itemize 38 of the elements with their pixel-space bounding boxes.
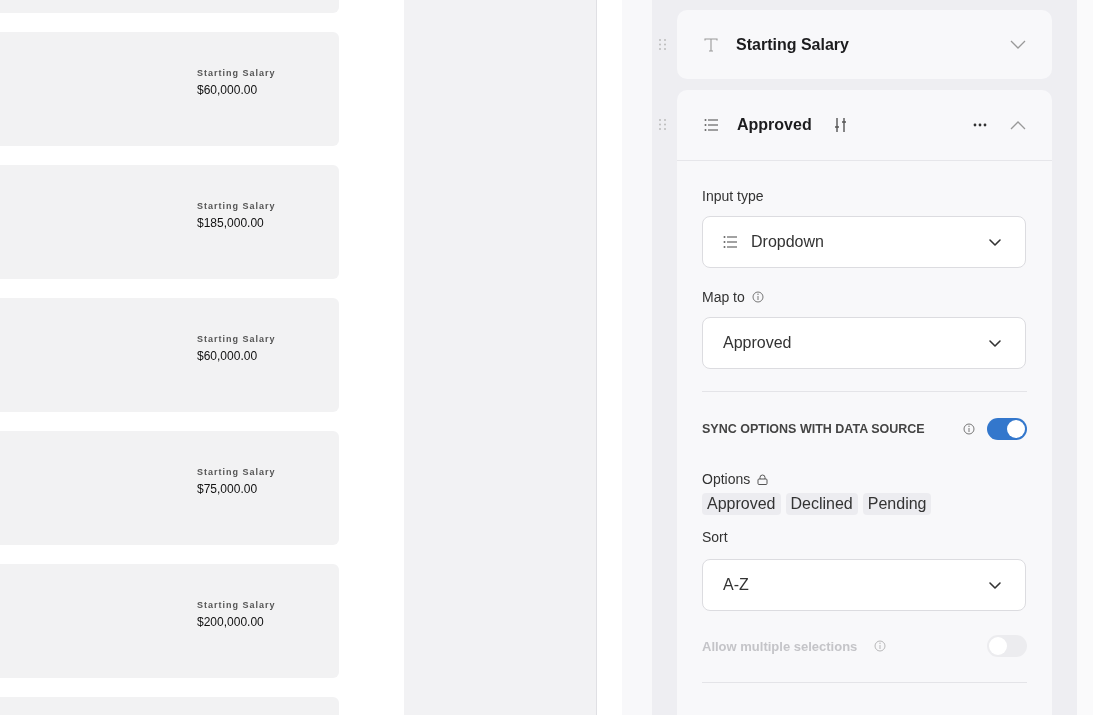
field-label: Starting Salary	[197, 68, 276, 78]
section-label: SYNC OPTIONS WITH DATA SOURCE	[702, 422, 926, 436]
field-value: $75,000.00	[197, 482, 259, 496]
field-label: Starting Salary	[197, 201, 276, 211]
field-title: Approved	[737, 116, 812, 134]
dropdown-field[interactable]: Dropdown	[702, 216, 1026, 268]
field-label: Map to	[702, 289, 745, 305]
field-value: $60,000.00	[197, 349, 259, 363]
chevron-down-icon	[988, 338, 1002, 348]
option-tag: Pending	[862, 493, 932, 515]
field-value: $200,000.00	[197, 615, 265, 629]
option-tag: Approved	[702, 493, 781, 515]
chevron-down-icon	[988, 580, 1002, 590]
drag-handle-icon	[659, 119, 666, 130]
lock-icon	[757, 473, 769, 485]
field-label: Starting Salary	[197, 467, 276, 477]
field-value: $60,000.00	[197, 83, 259, 97]
chevron-down-icon	[988, 237, 1002, 247]
field-value: $185,000.00	[197, 216, 265, 230]
text-type-icon	[704, 37, 718, 52]
list-icon	[723, 235, 738, 249]
info-icon	[963, 423, 975, 435]
info-icon	[874, 640, 887, 652]
field-label: Starting Salary	[197, 334, 276, 344]
sliders-icon	[833, 117, 847, 133]
drag-handle-icon	[659, 39, 666, 50]
field-label: Input type	[702, 188, 764, 204]
field-label: Options	[702, 471, 751, 487]
field-label: Starting Salary	[197, 600, 276, 610]
list-icon	[704, 118, 719, 132]
more-icon	[973, 123, 987, 127]
option-tag: Declined	[785, 493, 858, 515]
dropdown-field[interactable]: Approved	[702, 317, 1026, 369]
dropdown-field[interactable]: A-Z	[702, 559, 1026, 611]
field-title: Starting Salary	[736, 35, 849, 54]
toggle-switch[interactable]	[987, 418, 1027, 440]
field-label: Sort	[702, 529, 728, 545]
info-icon	[751, 291, 764, 303]
